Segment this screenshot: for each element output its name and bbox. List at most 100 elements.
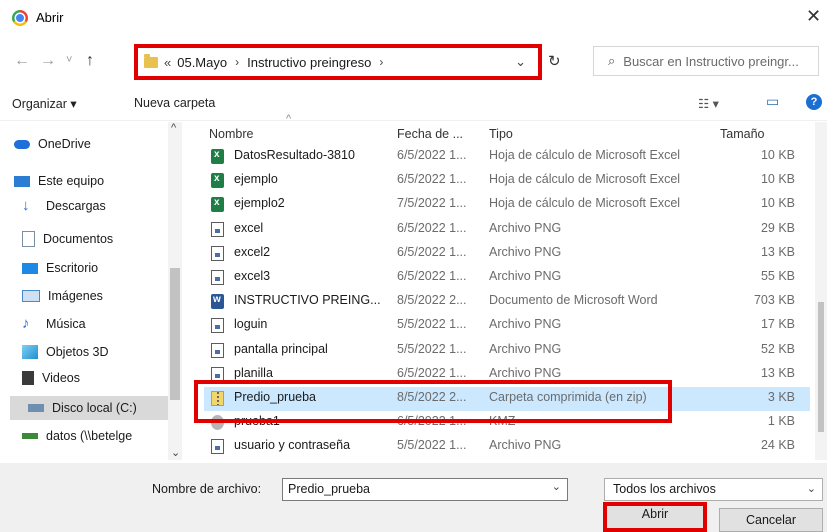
file-size: 10 KB: [760, 148, 795, 162]
address-bar[interactable]: « 05.Mayo › Instructivo preingreso › ⌄: [134, 44, 542, 80]
zip-file-icon: [211, 391, 224, 406]
help-icon[interactable]: ?: [806, 94, 822, 110]
file-row[interactable]: excel 6/5/2022 1... Archivo PNG 29 KB: [204, 218, 810, 242]
up-arrow-icon[interactable]: ↑: [86, 52, 94, 70]
sidebar-item-label: Disco local (C:): [52, 401, 137, 415]
breadcrumb-instructivo-preingreso[interactable]: Instructivo preingreso: [247, 55, 371, 70]
cancel-button[interactable]: Cancelar: [719, 508, 823, 532]
file-row[interactable]: planilla 6/5/2022 1... Archivo PNG 13 KB: [204, 363, 810, 387]
file-date: 6/5/2022 1...: [397, 365, 467, 380]
sidebar-item-este-equipo[interactable]: Este equipo: [14, 174, 104, 188]
sidebar-item-onedrive[interactable]: OneDrive: [14, 137, 91, 151]
file-type: Archivo PNG: [489, 244, 562, 259]
sidebar-item-label: datos (\\betelge: [46, 429, 133, 443]
file-type: Documento de Microsoft Word: [489, 293, 658, 308]
file-size: 55 KB: [760, 269, 795, 283]
cloud-icon: [14, 139, 30, 149]
file-row[interactable]: pantalla principal 5/5/2022 1... Archivo P…: [204, 339, 810, 363]
file-row[interactable]: DatosResultado-3810 6/5/2022 1... Hoja de …: [204, 145, 810, 169]
sidebar-item-datos-red[interactable]: datos (\\betelge: [22, 429, 132, 443]
column-header-size[interactable]: Tamaño: [720, 127, 764, 141]
organize-button[interactable]: Organizar ▾: [12, 96, 77, 111]
sidebar-item-label: Descargas: [46, 199, 106, 213]
chrome-logo-icon: [12, 10, 28, 26]
address-dropdown-icon[interactable]: ⌄: [515, 54, 526, 70]
computer-icon: [14, 175, 30, 187]
breadcrumb-separator[interactable]: ›: [379, 55, 383, 69]
sidebar-scroll-down-icon[interactable]: ⌄: [171, 446, 180, 459]
sidebar-item-label: Música: [46, 317, 86, 331]
file-type-value: Todos los archivos: [613, 482, 716, 496]
png-file-icon: [211, 439, 224, 455]
file-name: ejemplo: [234, 172, 278, 187]
sidebar-item-musica[interactable]: ♪ Música: [22, 315, 86, 332]
file-size: 52 KB: [760, 341, 795, 356]
file-row[interactable]: ejemplo 6/5/2022 1... Hoja de cálculo de M…: [204, 169, 810, 193]
open-button[interactable]: Abrir: [603, 502, 707, 532]
file-type: Archivo PNG: [489, 317, 562, 332]
file-name: loguin: [234, 317, 268, 332]
file-size: 10 KB: [760, 172, 795, 187]
file-date: 5/5/2022 1...: [397, 438, 467, 453]
file-list-scroll-thumb[interactable]: [818, 302, 824, 432]
refresh-icon[interactable]: ↻: [548, 52, 561, 70]
sidebar-item-disco-local[interactable]: Disco local (C:): [10, 396, 169, 420]
breadcrumb-overflow[interactable]: «: [164, 55, 171, 70]
file-size: 29 KB: [760, 220, 795, 235]
window-title: Abrir: [36, 10, 64, 25]
recent-locations-icon[interactable]: ˅: [66, 54, 72, 66]
sidebar-item-label: Este equipo: [38, 174, 105, 188]
close-icon[interactable]: ✕: [806, 6, 821, 27]
file-name: DatosResultado-3810: [234, 148, 355, 162]
search-icon: ⌕: [608, 53, 616, 68]
title-bar: [0, 0, 827, 36]
chevron-down-icon[interactable]: ⌄: [807, 482, 816, 495]
file-row[interactable]: excel3 6/5/2022 1... Archivo PNG 55 KB: [204, 266, 810, 290]
file-name: INSTRUCTIVO PREING...: [234, 293, 381, 308]
file-row[interactable]: prueba1 6/5/2022 1... KMZ 1 KB: [204, 411, 810, 435]
network-drive-icon: [22, 433, 38, 439]
file-date: 8/5/2022 2...: [397, 390, 467, 404]
file-type: Archivo PNG: [489, 269, 562, 283]
sidebar-item-imagenes[interactable]: Imágenes: [22, 289, 103, 303]
file-row[interactable]: loguin 5/5/2022 1... Archivo PNG 17 KB: [204, 314, 810, 338]
file-row[interactable]: usuario y contraseña 5/5/2022 1... Archivo…: [204, 435, 810, 459]
new-folder-button[interactable]: Nueva carpeta: [134, 96, 215, 110]
sidebar-item-objetos-3d[interactable]: Objetos 3D: [22, 345, 109, 359]
file-type-select[interactable]: Todos los archivos ⌄: [604, 478, 823, 501]
file-row[interactable]: ejemplo2 7/5/2022 1... Hoja de cálculo de …: [204, 193, 810, 217]
column-header-date[interactable]: Fecha de ...: [397, 127, 463, 141]
file-row[interactable]: INSTRUCTIVO PREING... 8/5/2022 2... Docume…: [204, 290, 810, 314]
back-arrow-icon[interactable]: ←: [14, 52, 30, 70]
sidebar-scroll-thumb[interactable]: [170, 268, 180, 400]
sidebar-scroll-up-icon[interactable]: ^: [171, 122, 176, 134]
breadcrumb-separator[interactable]: ›: [235, 55, 239, 69]
images-icon: [22, 290, 40, 302]
file-date: 6/5/2022 1...: [397, 220, 467, 235]
music-icon: ♪: [22, 315, 30, 332]
file-size: 24 KB: [760, 438, 795, 453]
breadcrumb-05-mayo[interactable]: 05.Mayo: [177, 55, 227, 70]
sidebar-item-videos[interactable]: Videos: [22, 371, 80, 385]
column-header-type[interactable]: Tipo: [489, 127, 513, 141]
sidebar-item-descargas[interactable]: ↓ Descargas: [22, 198, 106, 213]
filename-label: Nombre de archivo:: [152, 482, 262, 496]
file-row[interactable]: Predio_prueba 8/5/2022 2... Carpeta compri…: [204, 387, 810, 411]
file-size: 13 KB: [760, 365, 795, 380]
file-name: prueba1: [234, 414, 280, 429]
column-header-name[interactable]: Nombre: [209, 127, 253, 141]
file-name: excel3: [234, 269, 271, 283]
sidebar-item-escritorio[interactable]: Escritorio: [22, 261, 98, 275]
search-input[interactable]: ⌕ Buscar en Instructivo preingr...: [593, 46, 819, 76]
file-row[interactable]: excel2 6/5/2022 1... Archivo PNG 13 KB: [204, 242, 810, 266]
sidebar-item-documentos[interactable]: Documentos: [22, 231, 113, 247]
file-size: 1 KB: [767, 414, 795, 429]
chevron-down-icon[interactable]: ⌄: [552, 480, 561, 493]
filename-input[interactable]: Predio_prueba ⌄: [282, 478, 568, 501]
view-options-icon[interactable]: ☷ ▾: [698, 96, 719, 111]
file-date: 5/5/2022 1...: [397, 341, 467, 356]
forward-arrow-icon[interactable]: →: [40, 52, 56, 70]
preview-pane-icon[interactable]: ▭: [766, 93, 779, 110]
file-date: 8/5/2022 2...: [397, 293, 467, 308]
file-date: 6/5/2022 1...: [397, 244, 467, 259]
